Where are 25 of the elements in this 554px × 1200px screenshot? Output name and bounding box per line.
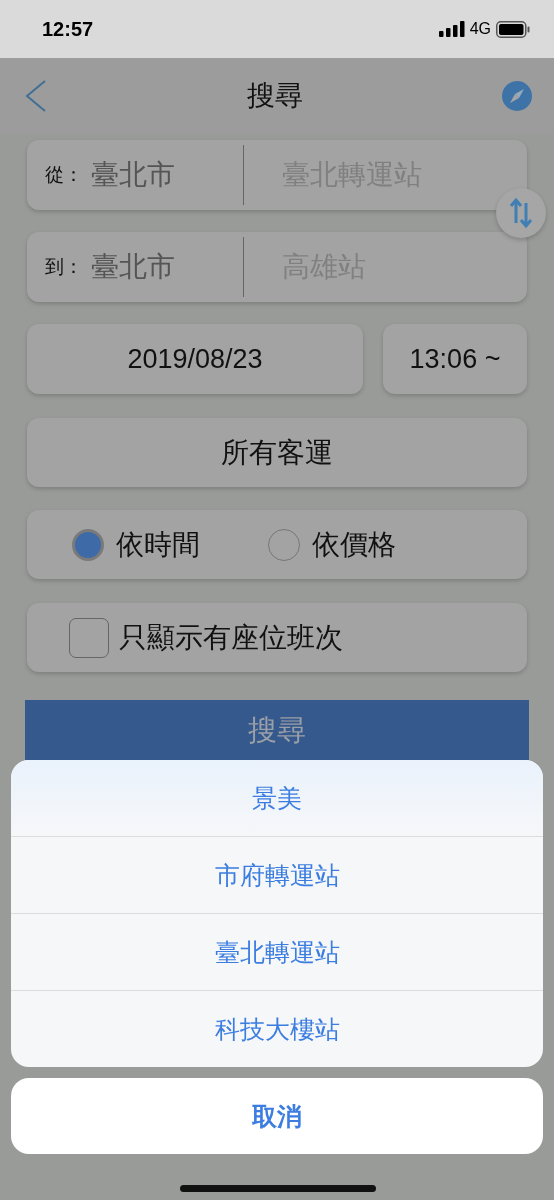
sheet-option[interactable]: 市府轉運站 [11,836,543,913]
sheet-option[interactable]: 科技大樓站 [11,990,543,1067]
radio-button[interactable] [72,528,104,561]
radio-label: 依時間 [116,526,200,563]
signal-icon [438,21,465,37]
status-time: 12:57 [42,17,94,41]
checkbox[interactable] [69,617,109,658]
network-label: 4G [469,20,491,38]
swap-icon [509,197,533,229]
battery-icon [496,20,530,38]
time-field[interactable]: 13:06 ~ [383,324,527,394]
sheet-option[interactable]: 臺北轉運站 [11,913,543,990]
company-selector[interactable]: 所有客運 [27,418,527,487]
city-value[interactable]: 臺北市 [91,156,243,194]
back-icon[interactable] [25,80,47,112]
checkbox-label: 只顯示有座位班次 [119,619,343,656]
radio-label: 依價格 [312,526,396,563]
city-value[interactable]: 臺北市 [91,248,243,286]
swap-button[interactable] [496,188,546,238]
screen-title: 搜尋 [246,78,303,114]
route-label: 到： [45,254,84,279]
compass-icon[interactable] [502,81,532,111]
cancel-button[interactable]: 取消 [11,1078,543,1154]
route-label: 從： [45,162,84,187]
date-field[interactable]: 2019/08/23 [27,324,363,394]
